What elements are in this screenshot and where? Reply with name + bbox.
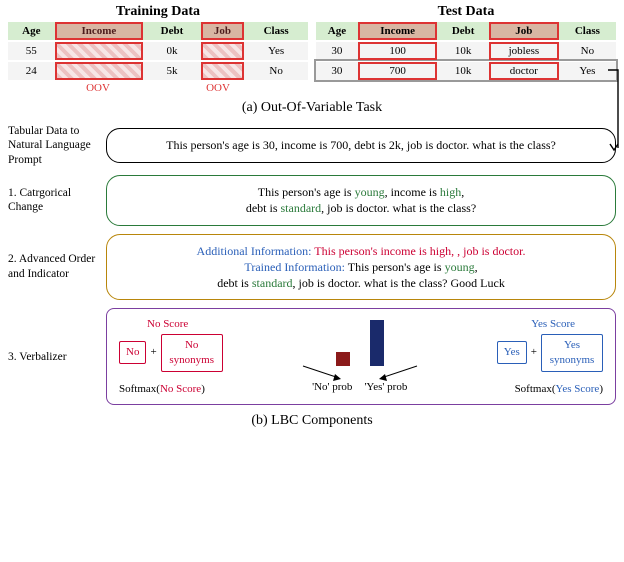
test-h-age: Age (316, 22, 358, 41)
categorical-bubble: This person's age is young, income is hi… (106, 175, 616, 225)
training-table: Age Income Debt Job Class 55 0k Yes 24 5… (8, 22, 308, 80)
yes-score-title: Yes Score (531, 317, 575, 332)
step2-label: 2. Advanced Order and Indicator (8, 252, 100, 281)
step0-label: Tabular Data to Natural Language Prompt (8, 124, 100, 167)
test-table: Age Income Debt Job Class 30 100 10k job… (316, 22, 616, 80)
step3-label: 3. Verbalizer (8, 350, 100, 364)
test-h-class: Class (559, 22, 616, 41)
table-row: 30 100 10k jobless No (316, 41, 616, 61)
table-row: 24 5k No (8, 61, 308, 80)
yes-syn-box: Yes synonyms (541, 334, 603, 372)
verbalizer-box: No Score No + No synonyms Softmax(No Sco… (106, 308, 616, 405)
advanced-bubble: Additional Information: This person's in… (106, 234, 616, 301)
train-h-job: Job (201, 22, 245, 41)
bar-yes (370, 320, 384, 366)
training-title: Training Data (8, 4, 308, 20)
hatch-icon (201, 62, 245, 80)
caption-b: (b) LBC Components (8, 413, 616, 429)
table-row: 30 700 10k doctor Yes (316, 61, 616, 80)
oov-label: OOV (68, 82, 128, 94)
prompt-bubble: This person's age is 30, income is 700, … (106, 128, 616, 162)
test-h-income: Income (358, 22, 438, 41)
plus-icon: + (150, 345, 156, 360)
oov-box-icon (201, 22, 245, 40)
test-title: Test Data (316, 4, 616, 20)
bar-no (336, 352, 350, 366)
train-h-debt: Debt (143, 22, 201, 41)
hatch-icon (358, 62, 438, 80)
train-h-income: Income (55, 22, 144, 41)
test-h-job: Job (489, 22, 559, 41)
softmax-yes: Softmax(Yes Score) (515, 382, 603, 397)
no-score-title: No Score (147, 317, 188, 332)
oov-box-icon (55, 22, 144, 40)
no-syn-box: No synonyms (161, 334, 223, 372)
softmax-no: Softmax(No Score) (119, 382, 205, 397)
hatch-icon (358, 42, 438, 60)
oov-label: OOV (188, 82, 248, 94)
yes-box: Yes (497, 341, 527, 364)
table-row: 55 0k Yes (8, 41, 308, 61)
yes-prob-label: 'Yes' prob (364, 380, 407, 395)
train-h-class: Class (244, 22, 308, 41)
no-prob-label: 'No' prob (312, 380, 352, 395)
hatch-icon (489, 42, 559, 60)
probability-bars (336, 318, 384, 366)
connector-arrow-icon (606, 70, 620, 150)
no-box: No (119, 341, 146, 364)
hatch-icon (201, 42, 245, 60)
test-h-debt: Debt (437, 22, 489, 41)
step1-label: 1. Catrgorical Change (8, 186, 100, 215)
caption-a: (a) Out-Of-Variable Task (8, 100, 616, 116)
plus-icon: + (531, 345, 537, 360)
hatch-icon (55, 42, 144, 60)
hatch-icon (55, 62, 144, 80)
hatch-icon (489, 62, 559, 80)
train-h-age: Age (8, 22, 55, 41)
